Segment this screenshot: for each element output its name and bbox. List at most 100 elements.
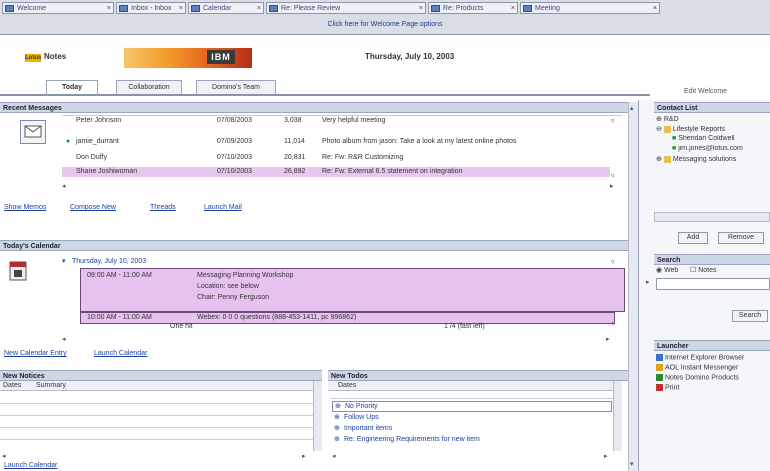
- todo-item[interactable]: ⊕ Follow Ups: [332, 413, 612, 423]
- scroll-left-icon[interactable]: ◂: [62, 335, 66, 343]
- scroll-down-icon[interactable]: ▿: [611, 320, 615, 328]
- todos-header: Dates: [328, 381, 618, 391]
- unread-dot-icon: ●: [66, 138, 71, 145]
- contact-group[interactable]: ⊕ Messaging solutions: [656, 155, 770, 163]
- close-icon[interactable]: ×: [179, 3, 183, 13]
- document-icon: [431, 5, 440, 12]
- collapse-arrow-icon[interactable]: ▸: [646, 278, 650, 286]
- tab-collaboration[interactable]: Collaboration: [116, 80, 182, 94]
- scroll-right-icon[interactable]: ▸: [302, 452, 306, 460]
- tab-label: Welcome: [17, 5, 47, 12]
- launch-mail-link[interactable]: Launch Mail: [204, 204, 242, 211]
- scroll-left-icon[interactable]: ◂: [2, 452, 6, 460]
- message-subject: Re: Fw: External 6.5 statement on integr…: [322, 168, 463, 175]
- close-icon[interactable]: ×: [257, 3, 261, 13]
- calendar-day-row[interactable]: ▾ Thursday, July 10, 2003: [62, 257, 362, 267]
- scroll-right-icon[interactable]: ▸: [610, 182, 614, 190]
- scroll-right-icon[interactable]: ▸: [606, 335, 610, 343]
- close-icon[interactable]: ×: [419, 3, 423, 13]
- message-date: 07/08/2003: [217, 117, 253, 124]
- todo-item[interactable]: ⊕ No Priority: [332, 401, 612, 412]
- launcher-item[interactable]: Notes Domino Products: [656, 374, 770, 381]
- welcome-options-bar[interactable]: Click here for Welcome Page options: [0, 18, 770, 32]
- scroll-left-icon[interactable]: ◂: [332, 452, 336, 460]
- expand-icon[interactable]: ▾: [62, 257, 66, 267]
- launcher-item[interactable]: Internet Explorer Browser: [656, 354, 770, 361]
- print-icon: [656, 384, 663, 391]
- contact-group[interactable]: ⊕ R&D: [656, 115, 679, 123]
- envelope-icon: [24, 125, 42, 138]
- window-tab-review[interactable]: Re: Please Review ×: [266, 2, 426, 14]
- message-size: 20,831: [284, 154, 306, 161]
- message-row[interactable]: Don Duffy 07/10/2003 20,831 Re: Fw: R&R …: [62, 153, 622, 163]
- message-row-selected[interactable]: Shane Joshiwoman 07/10/2003 26,892 Re: F…: [62, 167, 610, 177]
- close-icon[interactable]: ×: [107, 3, 111, 13]
- browser-icon: [656, 354, 663, 361]
- ibm-logo: IBM: [207, 50, 235, 64]
- remove-contact-button[interactable]: Remove: [718, 232, 764, 244]
- scroll-up-icon[interactable]: ▴: [630, 104, 634, 112]
- message-from: Don Duffy: [76, 154, 107, 161]
- close-icon[interactable]: ×: [511, 3, 515, 13]
- notice-row[interactable]: [0, 392, 316, 404]
- todos-scrollbar[interactable]: [613, 381, 622, 451]
- scroll-down-icon[interactable]: ▿: [611, 172, 615, 180]
- show-memos-link[interactable]: Show Memos: [4, 204, 46, 211]
- document-icon: [269, 5, 278, 12]
- notice-row[interactable]: [0, 416, 316, 428]
- message-from: Peter Johnson: [76, 117, 122, 124]
- notice-row[interactable]: [0, 428, 316, 440]
- message-row[interactable]: ● jamie_durrant 07/09/2003 11,014 Photo …: [62, 137, 622, 147]
- tab-dominos-team[interactable]: Domino's Team: [196, 80, 276, 94]
- contact-person[interactable]: ■ jim.jones@lotus.com: [672, 145, 770, 152]
- todo-item[interactable]: ⊕ Re: Engineering Requirements for new it…: [332, 435, 612, 445]
- search-button[interactable]: Search: [732, 310, 768, 322]
- mail-icon: [20, 120, 46, 144]
- contact-person[interactable]: ■ Sheridan Coldwell: [672, 135, 770, 142]
- launcher-item[interactable]: Print: [656, 384, 770, 391]
- launch-calendar-link[interactable]: Launch Calendar: [94, 350, 147, 357]
- column-summary: Summary: [36, 382, 66, 389]
- tab-today[interactable]: Today: [46, 80, 98, 94]
- window-tab-calendar[interactable]: Calendar ×: [188, 2, 264, 14]
- scroll-down-icon[interactable]: ▾: [630, 460, 634, 468]
- search-option-web[interactable]: ◉ Web: [656, 266, 678, 274]
- calendar-icon: [191, 5, 200, 12]
- search-option-notes[interactable]: ☐ Notes: [690, 266, 717, 274]
- contact-group[interactable]: ⊖ Lifestyle Reports: [656, 125, 725, 133]
- scroll-right-icon[interactable]: ▸: [604, 452, 608, 460]
- new-calendar-entry-link[interactable]: New Calendar Entry: [4, 350, 67, 357]
- window-tab-products[interactable]: Re: Products ×: [428, 2, 518, 14]
- tab-divider: [0, 94, 650, 96]
- page-title: Thursday, July 10, 2003: [365, 52, 455, 61]
- app-name: Notes: [44, 52, 67, 61]
- mail-icon: [119, 5, 128, 12]
- scroll-left-icon[interactable]: ◂: [62, 182, 66, 190]
- compose-new-link[interactable]: Compose New: [70, 204, 116, 211]
- close-icon[interactable]: ×: [653, 3, 657, 13]
- tab-label: Meeting: [535, 5, 560, 12]
- calendar-entry[interactable]: 09:00 AM - 11:00 AM Messaging Planning Wo…: [80, 268, 625, 312]
- message-subject: Re: Fw: R&R Customizing: [322, 154, 404, 161]
- launch-calendar-link[interactable]: Launch Calendar: [4, 462, 57, 469]
- message-row[interactable]: Peter Johnson 07/08/2003 3,038 Very help…: [62, 116, 622, 126]
- window-tab-meeting[interactable]: Meeting ×: [520, 2, 660, 14]
- add-contact-button[interactable]: Add: [678, 232, 708, 244]
- entry-time: 10:00 AM - 11:00 AM: [87, 314, 152, 321]
- todo-item[interactable]: ⊕ Important items: [332, 424, 612, 434]
- contact-hscrollbar[interactable]: [654, 212, 770, 222]
- notice-row[interactable]: [0, 404, 316, 416]
- column-dates: Dates: [338, 382, 357, 389]
- search-input[interactable]: [656, 278, 770, 290]
- launcher-item[interactable]: AOL Instant Messenger: [656, 364, 770, 371]
- main-scrollbar[interactable]: [628, 102, 638, 471]
- notes-icon: [656, 374, 663, 381]
- scroll-up-icon[interactable]: ▿: [611, 258, 615, 266]
- window-tab-welcome[interactable]: Welcome ×: [2, 2, 114, 14]
- window-tab-inbox[interactable]: Inbox - Inbox ×: [116, 2, 186, 14]
- scroll-up-icon[interactable]: ▿: [611, 117, 615, 125]
- threads-link[interactable]: Threads: [150, 204, 176, 211]
- notices-scrollbar[interactable]: [313, 381, 322, 451]
- message-date: 07/09/2003: [217, 138, 253, 145]
- edit-welcome-link[interactable]: Edit Welcome: [684, 88, 727, 95]
